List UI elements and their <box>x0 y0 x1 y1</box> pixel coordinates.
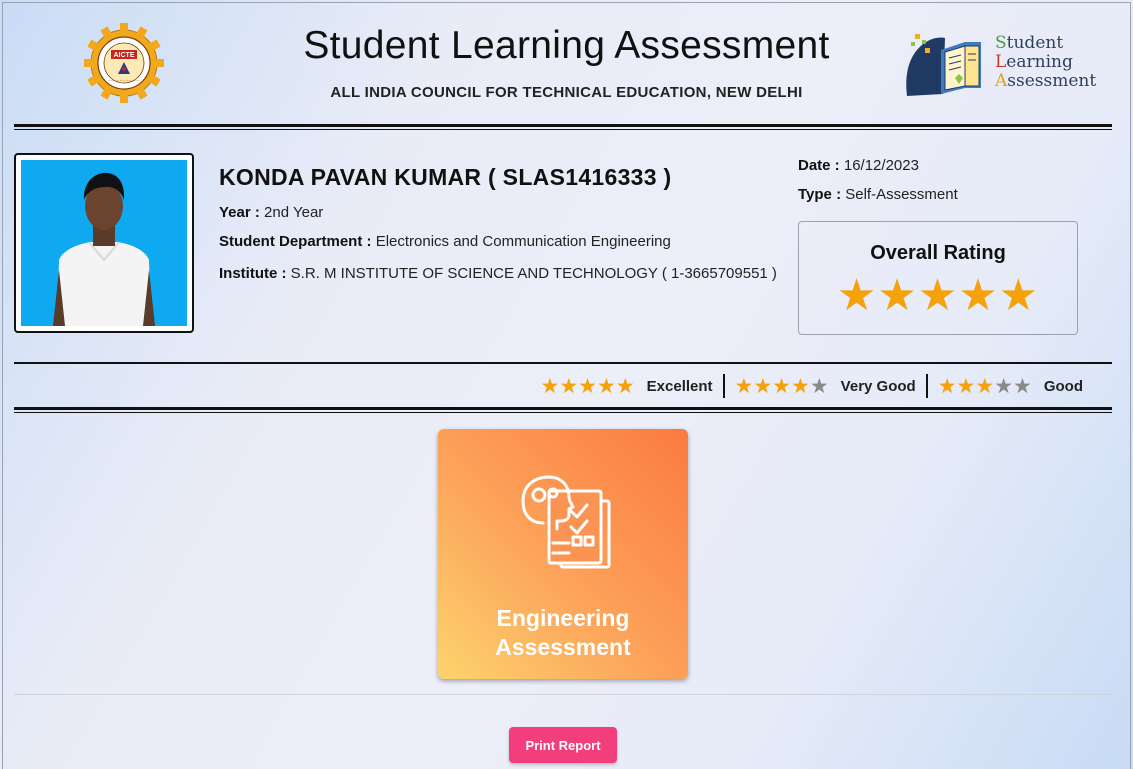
overall-rating-title: Overall Rating <box>870 242 1006 264</box>
legend-label: Excellent <box>646 377 713 395</box>
sla-logo-text: Student Learning Assessment <box>995 33 1097 91</box>
card-label-line-1: Engineering <box>496 605 630 631</box>
student-photo-frame <box>14 153 194 333</box>
legend-stars: ★★★★★ <box>540 374 635 398</box>
legend-label: Very Good <box>840 377 916 395</box>
engineering-assessment-label: Engineering Assessment <box>438 604 688 662</box>
legend-item-very-good: ★★★★★ Very Good <box>725 374 926 399</box>
student-department: Student Department : Electronics and Com… <box>219 233 671 250</box>
footer-divider <box>14 694 1112 695</box>
legend-divider <box>14 407 1112 413</box>
student-photo <box>21 160 187 326</box>
department-label: Student Department : <box>219 233 372 250</box>
type-value: Self-Assessment <box>845 186 958 203</box>
sla-logo-line-3-rest: ssessment <box>1007 71 1097 91</box>
brain-checklist-icon <box>521 475 611 569</box>
department-value: Electronics and Communication Engineerin… <box>375 233 671 250</box>
institute-value: S.R. M INSTITUTE OF SCIENCE AND TECHNOLO… <box>290 265 777 282</box>
student-name: KONDA PAVAN KUMAR ( SLAS1416333 ) <box>219 164 672 190</box>
header-divider <box>14 124 1112 130</box>
institute-label: Institute : <box>219 265 287 282</box>
assessment-type: Type : Self-Assessment <box>798 186 958 203</box>
sla-logo: Student Learning Assessment <box>903 28 1103 100</box>
student-institute: Institute : S.R. M INSTITUTE OF SCIENCE … <box>219 262 779 286</box>
legend-item-excellent: ★★★★★ Excellent <box>531 374 723 399</box>
date-value: 16/12/2023 <box>843 157 919 174</box>
overall-rating-stars: ★★★★★ <box>836 271 1040 320</box>
card-label-line-2: Assessment <box>495 634 631 660</box>
svg-text:~~~~~~~~~~~: ~~~~~~~~~~~ <box>108 79 140 83</box>
year-value: 2nd Year <box>264 204 324 221</box>
date-label: Date : <box>798 157 840 174</box>
profile-divider <box>14 362 1112 364</box>
rating-legend: ★★★★★ Excellent ★★★★★ Very Good ★★★★★ Go… <box>531 373 1093 399</box>
legend-stars: ★★★★★ <box>937 374 1032 398</box>
sla-logo-line-2-rest: earning <box>1006 52 1073 72</box>
student-year: Year : 2nd Year <box>219 204 323 221</box>
sla-logo-line-1-rest: tudent <box>1006 33 1064 53</box>
legend-stars: ★★★★★ <box>734 374 829 398</box>
print-report-button[interactable]: Print Report <box>509 727 617 763</box>
assessment-date: Date : 16/12/2023 <box>798 157 919 174</box>
year-label: Year : <box>219 204 260 221</box>
type-label: Type : <box>798 186 842 203</box>
legend-item-good: ★★★★★ Good <box>928 374 1093 399</box>
legend-label: Good <box>1043 377 1083 395</box>
engineering-assessment-card[interactable]: Engineering Assessment <box>438 429 688 679</box>
book-head-logo-icon <box>906 34 981 96</box>
overall-rating-box: Overall Rating ★★★★★ <box>798 221 1078 335</box>
